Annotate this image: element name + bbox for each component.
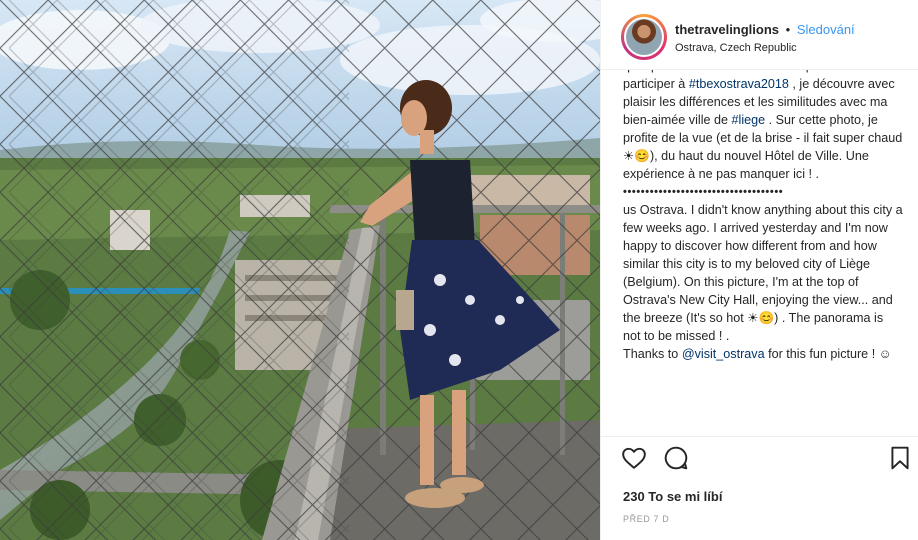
mention-link[interactable]: @visit_ostrava: [682, 347, 765, 361]
caption-divider: ••••••••••••••••••••••••••••••••••••: [623, 186, 784, 198]
save-button[interactable]: [887, 445, 913, 471]
separator-dot: •: [785, 22, 791, 37]
comment-icon: [664, 446, 688, 470]
hashtag-link[interactable]: #liege: [732, 113, 766, 127]
post-side-panel: thetravelinglions • Sledování Ostrava, C…: [600, 0, 918, 540]
caption-text: participer à: [623, 77, 689, 91]
hashtag-link[interactable]: #tbexostrava2018: [689, 77, 789, 91]
caption-text: for this fun picture ! ☺: [764, 347, 892, 361]
location-link[interactable]: Ostrava, Czech Republic: [675, 42, 797, 54]
post-timestamp[interactable]: PŘED 7 D: [623, 514, 669, 524]
photo-illustration: [0, 0, 600, 540]
comment-button[interactable]: [663, 445, 689, 471]
caption-french: participer à #tbexostrava2018 , je décou…: [623, 75, 903, 183]
like-count[interactable]: 230 To se mi líbí: [623, 489, 722, 504]
username-line: thetravelinglions • Sledování: [675, 22, 855, 37]
profile-avatar[interactable]: [621, 14, 667, 60]
post-photo[interactable]: [0, 0, 600, 540]
bookmark-icon: [891, 446, 909, 470]
avatar-image: [624, 17, 664, 57]
action-bar: 230 To se mi líbí PŘED 7 D: [601, 436, 918, 540]
post-header: thetravelinglions • Sledování Ostrava, C…: [601, 0, 918, 70]
caption-english: us Ostrava. I didn't know anything about…: [623, 203, 903, 343]
caption-thanks: Thanks to @visit_ostrava for this fun pi…: [623, 345, 903, 363]
like-button[interactable]: [621, 445, 647, 471]
caption-text: Thanks to: [623, 347, 682, 361]
follow-button[interactable]: Sledování: [797, 22, 855, 37]
caption-area: quelques semaines. Arrivée hier pour par…: [623, 57, 903, 437]
username-link[interactable]: thetravelinglions: [675, 22, 779, 37]
heart-icon: [622, 447, 646, 469]
